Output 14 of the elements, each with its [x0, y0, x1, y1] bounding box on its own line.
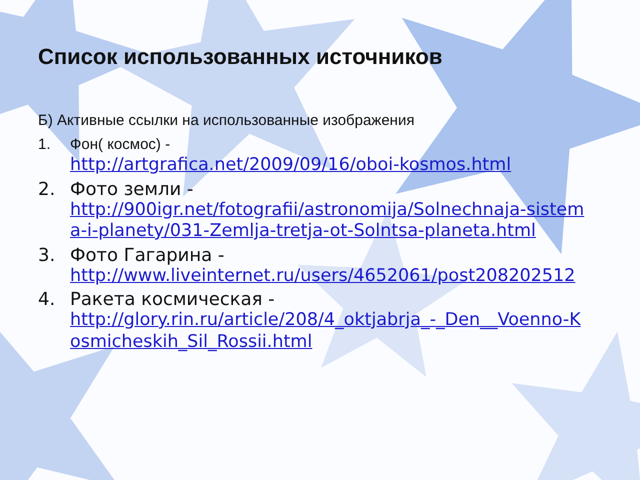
slide-title: Список использованных источников — [38, 44, 444, 70]
list-number: 2. — [38, 178, 56, 200]
list-number: 1. — [38, 135, 52, 155]
source-link[interactable]: http://900igr.net/fotografii/astronomija/Solnechnaja-sistema-i-planety/031-Zemlja-tretja-ot-Solntsa-planeta.html — [70, 200, 590, 242]
source-label: Фон( космос) - — [70, 135, 170, 155]
list-number: 4. — [38, 289, 56, 310]
source-label: Фото Гагарина - — [70, 244, 224, 266]
source-link[interactable]: http://www.liveinternet.ru/users/4652061/post208202512 — [70, 266, 590, 287]
source-link[interactable]: http://artgrafica.net/2009/09/16/oboi-kosmos.html — [70, 155, 590, 176]
source-link[interactable]: http://glory.rin.ru/article/208/4_oktjabrja_-_Den__Voenno-Kosmicheskih_Sil_Rossii.html — [70, 310, 590, 353]
source-label: Ракета космическая - — [70, 289, 275, 310]
source-label: Фото земли - — [70, 178, 194, 200]
list-number: 3. — [38, 244, 56, 266]
subtitle: Б) Активные ссылки на использованные изображения — [38, 112, 416, 129]
